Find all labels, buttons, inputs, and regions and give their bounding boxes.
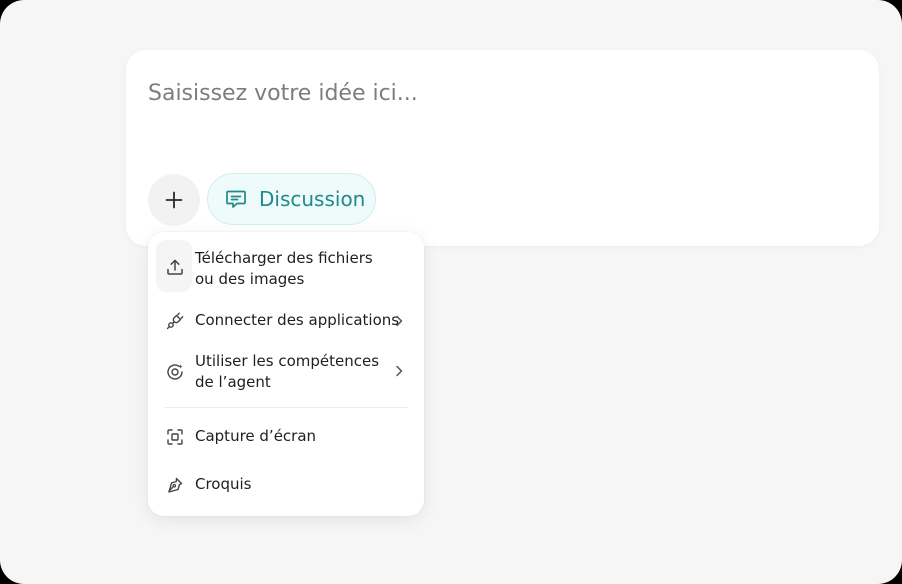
prompt-input[interactable] [148, 76, 848, 110]
upload-label-line2: ou des images [195, 270, 305, 288]
plug-icon [164, 310, 186, 332]
chevron-right-icon [392, 364, 406, 378]
menu-item-upload-label: Télécharger des fichiers ou des images [195, 248, 373, 290]
agent-skills-label-line1: Utiliser les compétences [195, 352, 380, 370]
menu-item-upload-files[interactable]: Télécharger des fichiers ou des images [156, 246, 416, 296]
menu-item-connect-apps[interactable]: Connecter des applications [156, 308, 416, 334]
app-frame: Discussion Télécharger des fichiers ou d… [0, 0, 902, 584]
attachment-menu: Télécharger des fichiers ou des images C… [148, 232, 424, 516]
plus-icon [165, 191, 183, 209]
menu-item-sketch-label: Croquis [195, 475, 252, 493]
menu-divider [164, 407, 408, 408]
pen-icon [164, 474, 186, 496]
add-attachment-button[interactable] [148, 174, 200, 226]
chat-bubble-icon [226, 190, 246, 208]
menu-item-agent-skills[interactable]: Utiliser les compétences de l’agent [156, 349, 416, 395]
menu-item-connect-apps-label: Connecter des applications [195, 311, 400, 329]
agent-skills-icon [164, 361, 186, 383]
upload-label-line1: Télécharger des fichiers [195, 249, 373, 267]
prompt-composer: Discussion [126, 50, 879, 246]
screenshot-icon [164, 426, 186, 448]
menu-item-sketch[interactable]: Croquis [156, 472, 416, 498]
discussion-mode-chip[interactable]: Discussion [207, 173, 376, 225]
agent-skills-label-line2: de l’agent [195, 373, 271, 391]
chevron-right-icon [392, 314, 406, 328]
menu-item-agent-skills-label: Utiliser les compétences de l’agent [195, 351, 379, 393]
upload-icon [164, 256, 186, 278]
menu-item-screenshot[interactable]: Capture d’écran [156, 424, 416, 450]
menu-item-screenshot-label: Capture d’écran [195, 427, 317, 445]
discussion-chip-label: Discussion [259, 187, 366, 211]
